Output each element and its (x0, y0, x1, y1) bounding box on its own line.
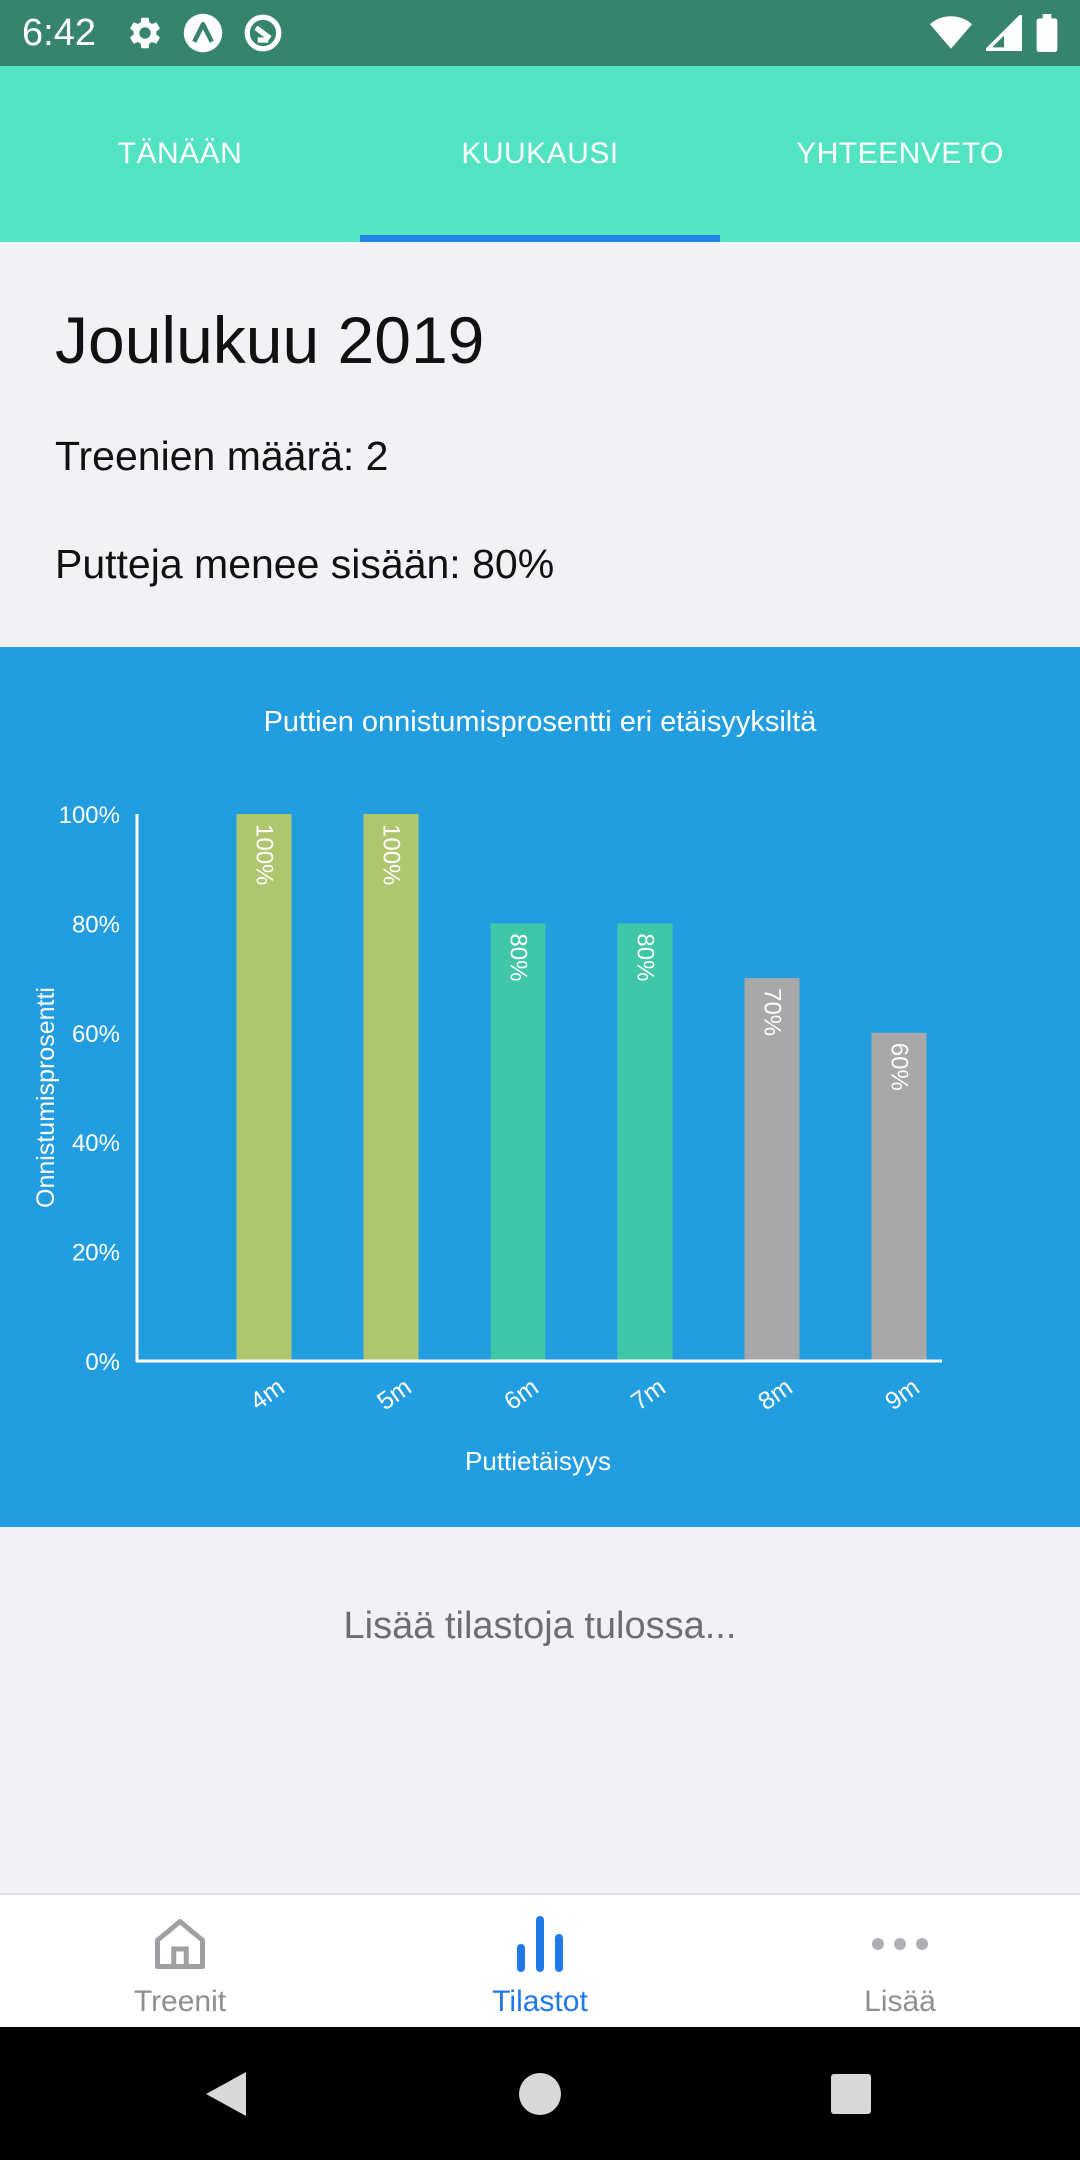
signal-icon (986, 15, 1022, 51)
top-tab-bar: TÄNÄÄN KUUKAUSI YHTEENVETO (0, 66, 1080, 242)
sync-icon (244, 14, 282, 52)
bar-value-label: 60% (886, 1043, 913, 1091)
chart-panel: Puttien onnistumisprosentti eri etäisyyk… (0, 647, 1080, 1527)
back-button[interactable] (166, 2027, 286, 2160)
status-icons-left (126, 12, 284, 54)
system-nav-bar (0, 2027, 1080, 2160)
y-axis-label: Onnistumisprosentti (32, 987, 60, 1208)
y-tick-label: 0% (85, 1349, 120, 1376)
chart-title: Puttien onnistumisprosentti eri etäisyyk… (264, 706, 818, 738)
month-summary: Joulukuu 2019 Treenien määrä: 2 Putteja … (0, 242, 1080, 647)
wifi-icon (930, 16, 972, 49)
nav-item-workouts[interactable]: Treenit (0, 1895, 360, 2027)
x-tick-label: 4m (245, 1373, 290, 1416)
more-stats-note: Lisää tilastoja tulossa... (343, 1605, 737, 1647)
y-tick-label: 20% (72, 1240, 120, 1267)
nav-label: Treenit (133, 1985, 227, 2018)
nav-item-more[interactable]: Lisää (720, 1895, 1080, 2027)
expo-icon (183, 13, 223, 53)
tab-indicator (360, 235, 720, 242)
tab-month[interactable]: KUUKAUSI (360, 66, 720, 242)
bar (490, 923, 546, 1361)
workout-count: Treenien määrä: 2 (55, 433, 389, 479)
y-tick-label: 40% (72, 1130, 120, 1157)
home-icon (150, 1911, 210, 1977)
status-bar: 6:42 (0, 0, 1080, 66)
x-tick-label: 7m (626, 1373, 671, 1416)
bar (617, 923, 673, 1361)
bar-value-label: 100% (378, 824, 405, 885)
recents-icon (831, 2073, 871, 2114)
bar-chart-icon (510, 1911, 570, 1977)
putt-success-chart: Puttien onnistumisprosentti eri etäisyyk… (32, 706, 942, 1476)
nav-label: Lisää (864, 1985, 936, 2018)
battery-icon (1036, 14, 1058, 52)
y-tick-label: 80% (72, 911, 120, 938)
bar-value-label: 100% (251, 824, 278, 885)
y-tick-label: 60% (72, 1021, 120, 1048)
x-tick-label: 8m (753, 1373, 798, 1416)
x-tick-label: 6m (499, 1373, 544, 1416)
x-tick-label: 9m (880, 1373, 925, 1416)
tab-today[interactable]: TÄNÄÄN (0, 66, 360, 242)
home-button[interactable] (480, 2027, 600, 2160)
nav-item-stats[interactable]: Tilastot (360, 1895, 720, 2027)
y-tick-label: 100% (59, 802, 120, 829)
more-icon (870, 1911, 930, 1977)
gear-icon (130, 17, 160, 49)
bar (236, 814, 292, 1361)
x-tick-label: 5m (372, 1373, 417, 1416)
tab-summary[interactable]: YHTEENVETO (720, 66, 1080, 242)
nav-label: Tilastot (492, 1985, 588, 2018)
bottom-nav: Treenit Tilastot Lisää (0, 1893, 1080, 2027)
bar-value-label: 70% (759, 988, 786, 1036)
x-axis-label: Puttietäisyys (465, 1446, 611, 1476)
status-time: 6:42 (22, 12, 96, 54)
page-title: Joulukuu 2019 (55, 303, 485, 377)
status-icons-right (930, 12, 1058, 54)
bar-value-label: 80% (505, 933, 532, 981)
putt-success-rate: Putteja menee sisään: 80% (55, 541, 555, 587)
back-icon (206, 2071, 246, 2116)
home-circle-icon (519, 2072, 561, 2115)
bar (363, 814, 419, 1361)
recents-button[interactable] (791, 2027, 911, 2160)
bar-value-label: 80% (632, 933, 659, 981)
